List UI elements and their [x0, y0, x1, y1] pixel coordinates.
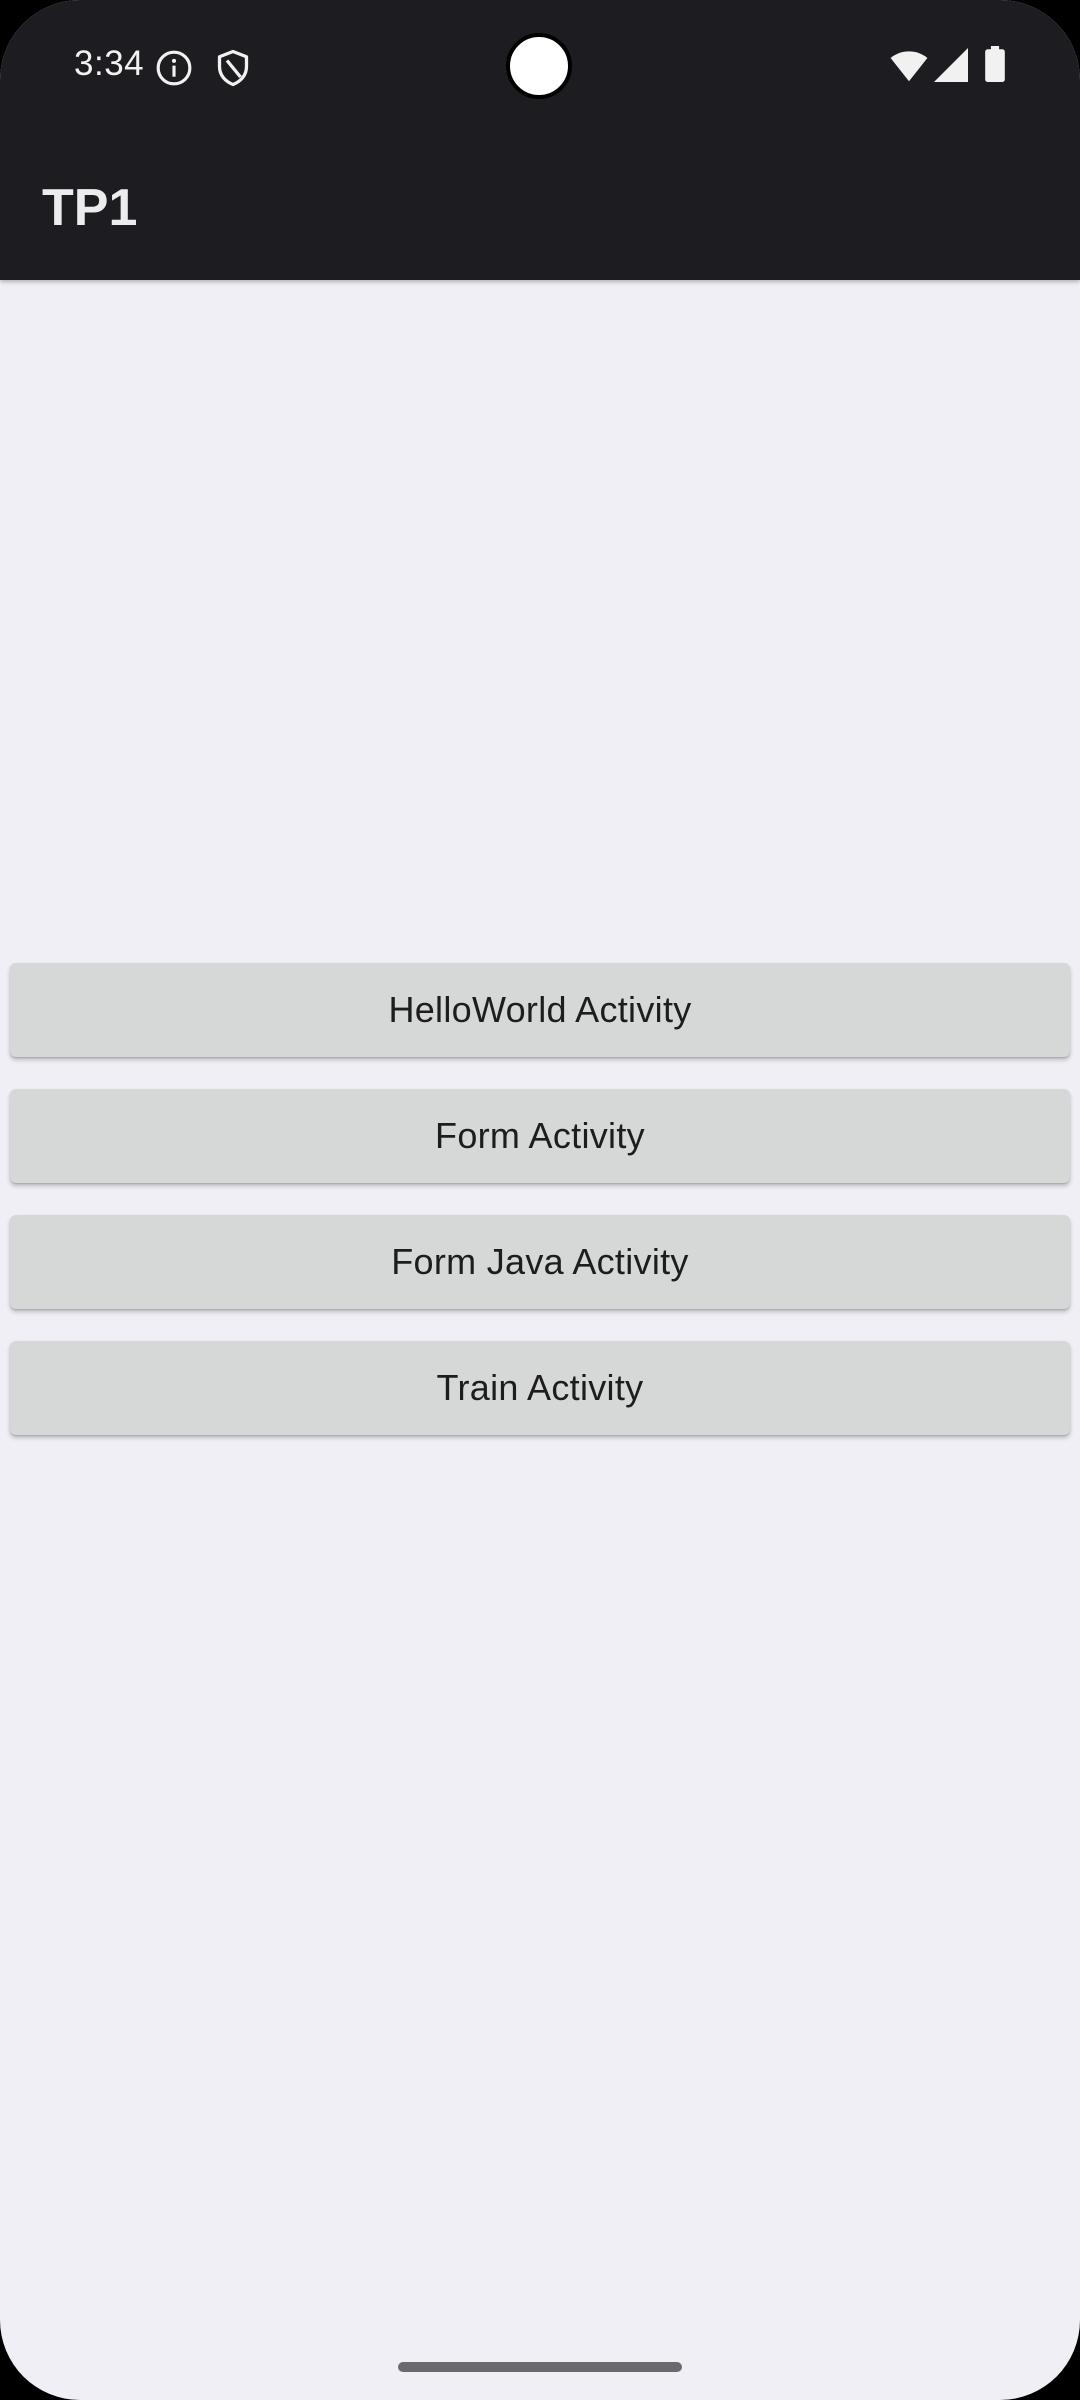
status-bar: 3:34	[0, 0, 1080, 135]
app-bar: TP1	[0, 135, 1080, 280]
wifi-icon	[890, 51, 928, 82]
app-title: TP1	[42, 179, 138, 237]
shield-icon	[217, 49, 249, 87]
home-indicator[interactable]	[398, 2362, 682, 2372]
phone-screen: 3:34 TP1 HelloWorld Activity Form Activi…	[0, 0, 1080, 2400]
info-icon	[156, 50, 192, 86]
battery-icon	[985, 46, 1005, 82]
signal-icon	[934, 48, 968, 82]
status-time: 3:34	[74, 44, 145, 83]
main-content: HelloWorld Activity Form Activity Form J…	[0, 280, 1080, 2400]
helloworld-activity-button[interactable]: HelloWorld Activity	[10, 963, 1070, 1057]
form-activity-button[interactable]: Form Activity	[10, 1089, 1070, 1183]
train-activity-button[interactable]: Train Activity	[10, 1341, 1070, 1435]
form-java-activity-button[interactable]: Form Java Activity	[10, 1215, 1070, 1309]
camera-cutout	[506, 33, 572, 99]
